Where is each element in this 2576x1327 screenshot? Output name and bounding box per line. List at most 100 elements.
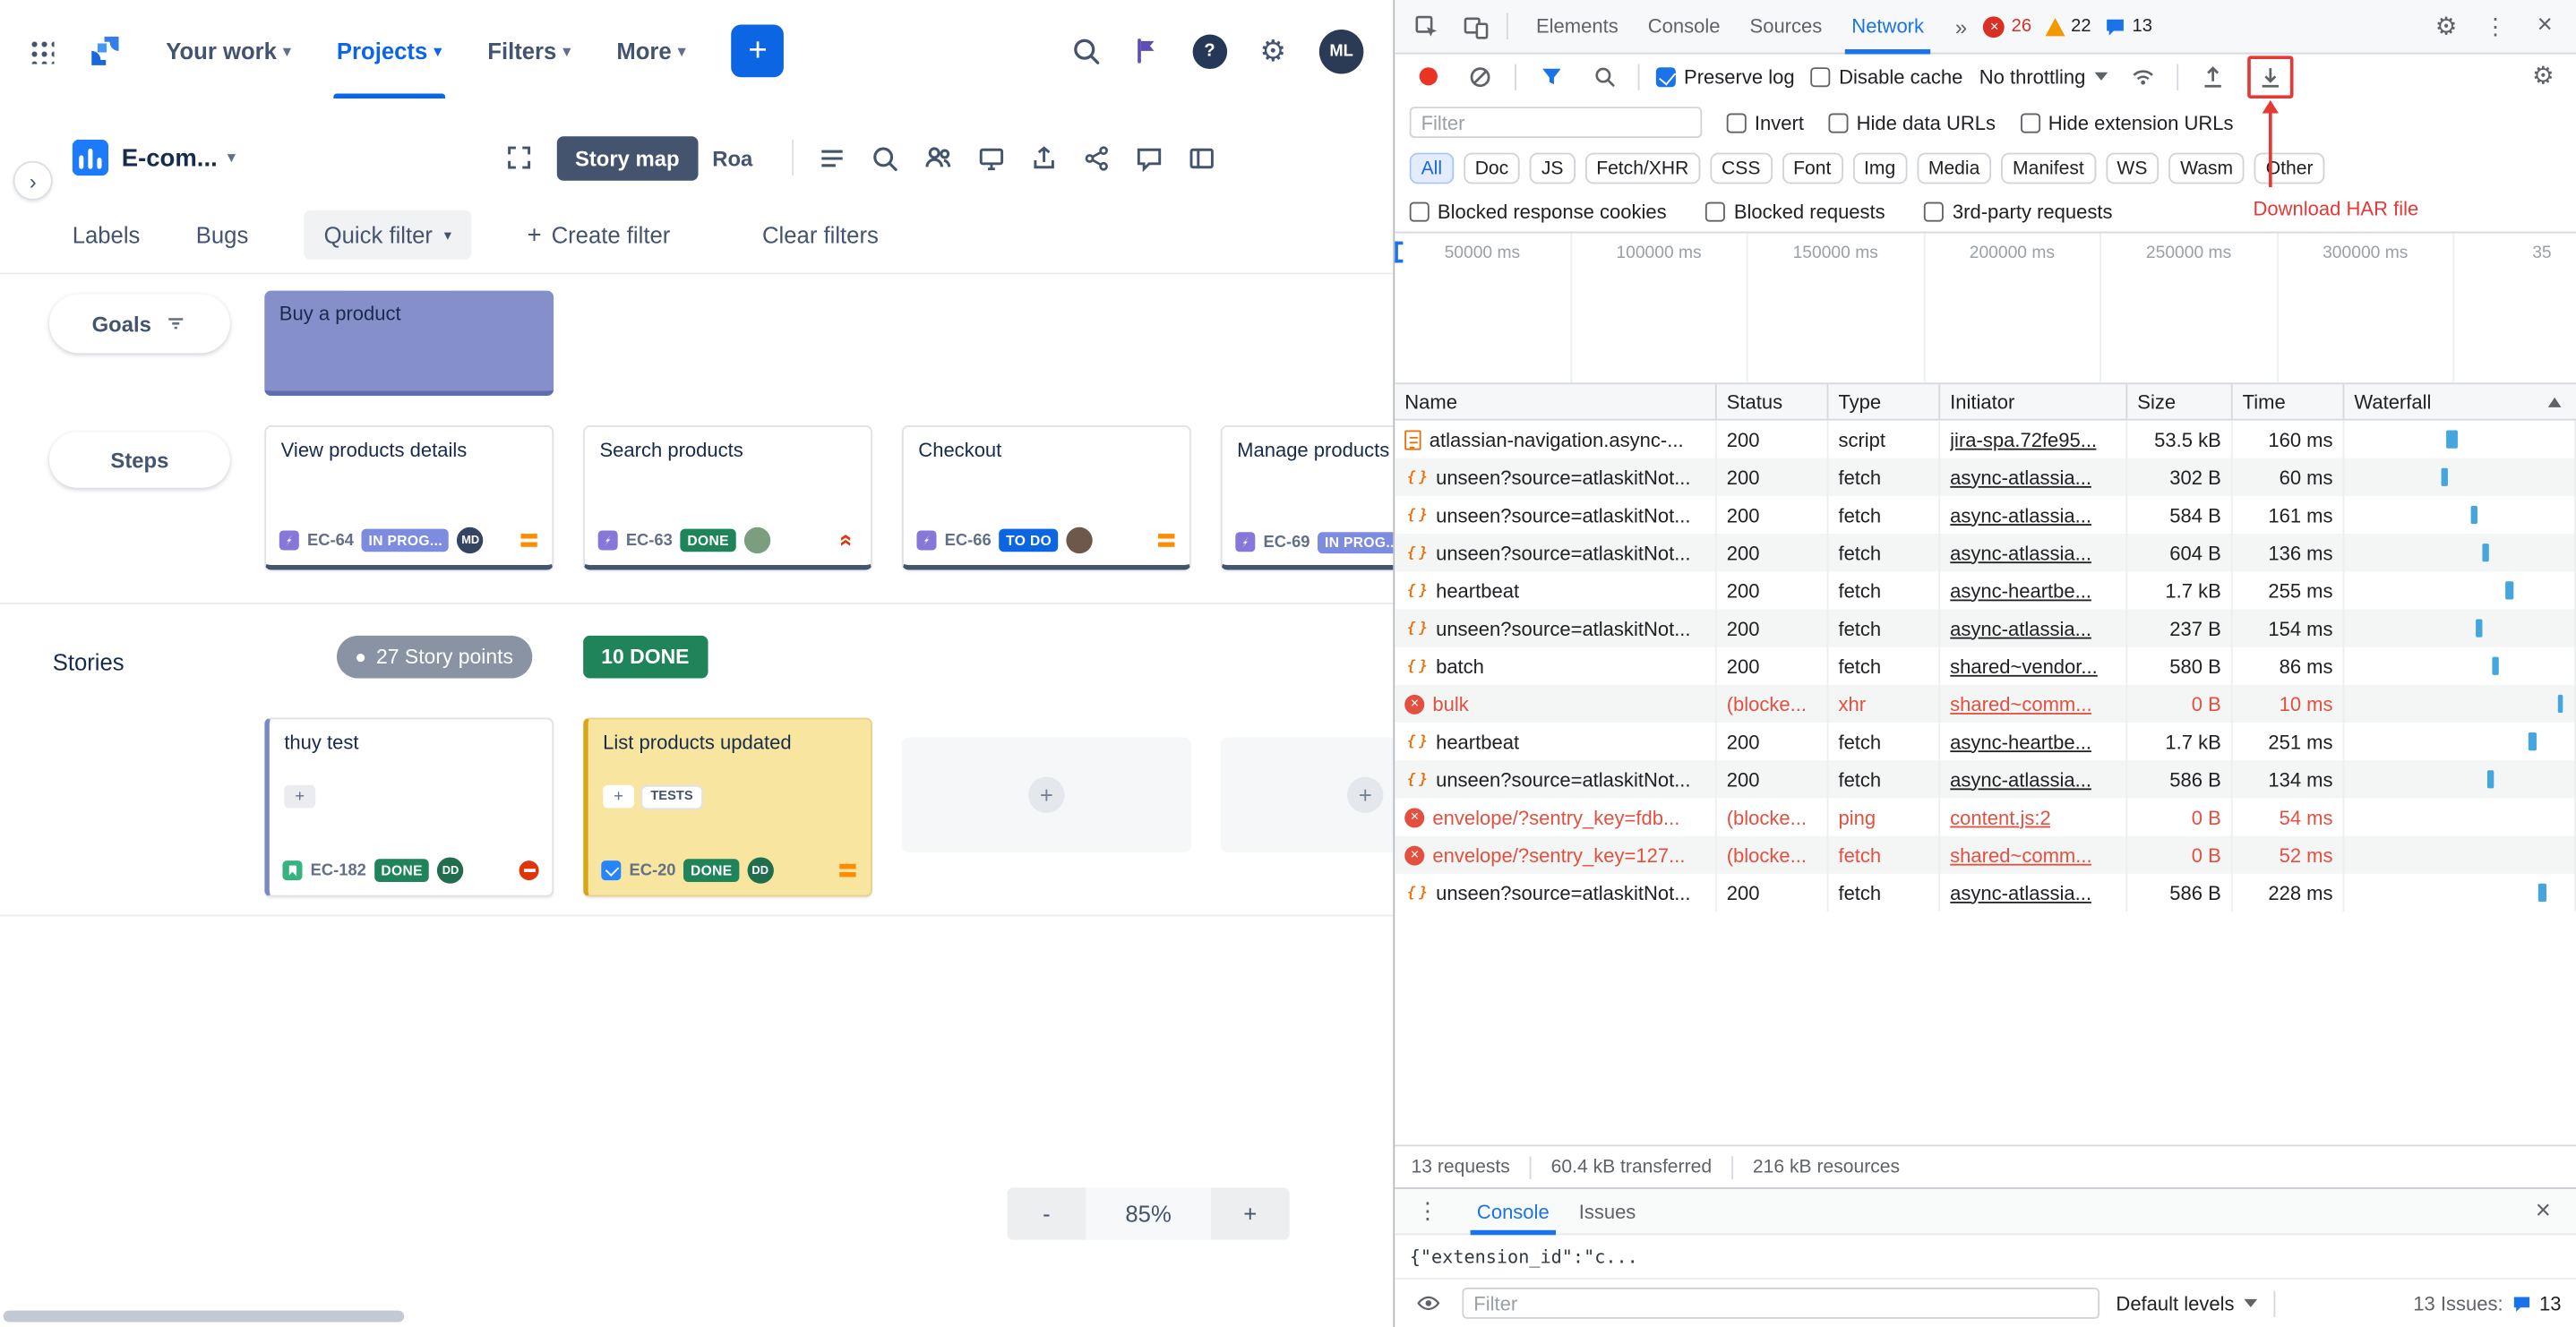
- overview-window-handle[interactable]: [1395, 242, 1403, 263]
- import-har-button[interactable]: [2195, 58, 2231, 94]
- devtools-menu-button[interactable]: ⋮: [2477, 8, 2513, 44]
- create-filter-button[interactable]: Create filter: [527, 221, 670, 249]
- network-request-row[interactable]: atlassian-navigation.async-... 200 scrip…: [1395, 421, 2576, 458]
- zoom-in-button[interactable]: +: [1211, 1187, 1290, 1240]
- empty-card-slot[interactable]: [902, 738, 1191, 852]
- empty-card-slot[interactable]: [1221, 738, 1394, 852]
- invert-checkbox[interactable]: Invert: [1727, 111, 1804, 134]
- resource-filter-chip[interactable]: Other: [2254, 153, 2324, 184]
- initiator-link[interactable]: shared~comm...: [1950, 692, 2091, 715]
- devtools-close-button[interactable]: ×: [2527, 8, 2563, 44]
- hide-data-urls-checkbox[interactable]: Hide data URLs: [1828, 111, 1996, 134]
- story-card[interactable]: List products updated TESTS EC-20 DONE D…: [583, 718, 872, 897]
- clear-network-log-button[interactable]: [1462, 58, 1498, 94]
- step-card[interactable]: Checkout EC-66 TO DO: [902, 425, 1191, 569]
- disable-cache-checkbox[interactable]: Disable cache: [1811, 64, 1962, 88]
- network-request-row[interactable]: unseen?source=atlaskitNot... 200 fetch a…: [1395, 496, 2576, 534]
- network-option-checkbox[interactable]: Blocked response cookies: [1410, 200, 1667, 223]
- hide-extension-urls-checkbox[interactable]: Hide extension URLs: [2021, 111, 2234, 134]
- error-count-badge[interactable]: ×26: [1983, 15, 2031, 37]
- profile-button[interactable]: ML: [1319, 29, 1364, 73]
- column-header[interactable]: Type: [1828, 384, 1940, 419]
- throttling-select[interactable]: No throttling: [1979, 64, 2108, 88]
- initiator-link[interactable]: shared~comm...: [1950, 843, 2091, 867]
- initiator-link[interactable]: async-atlassia...: [1950, 881, 2091, 904]
- app-switcher-button[interactable]: [30, 39, 55, 64]
- network-request-row[interactable]: unseen?source=atlaskitNot... 200 fetch a…: [1395, 458, 2576, 496]
- resource-filter-chip[interactable]: Manifest: [2001, 153, 2095, 184]
- initiator-link[interactable]: async-atlassia...: [1950, 503, 2091, 527]
- resource-filter-chip[interactable]: Fetch/XHR: [1584, 153, 1700, 184]
- network-request-row[interactable]: heartbeat 200 fetch async-heartbe... 1.7…: [1395, 723, 2576, 760]
- initiator-link[interactable]: async-heartbe...: [1950, 579, 2091, 603]
- network-request-row[interactable]: bulk (blocke... xhr shared~comm... 0 B 1…: [1395, 685, 2576, 723]
- resource-filter-chip[interactable]: JS: [1530, 153, 1575, 184]
- add-icon[interactable]: [284, 785, 315, 809]
- resource-filter-chip[interactable]: Font: [1782, 153, 1842, 184]
- column-header[interactable]: Status: [1717, 384, 1829, 419]
- issues-counter[interactable]: 13 Issues: 13: [2413, 1292, 2561, 1315]
- resource-filter-chip[interactable]: All: [1410, 153, 1454, 184]
- network-filter-input[interactable]: [1410, 107, 1702, 138]
- project-title-button[interactable]: E-com... ▾: [122, 143, 236, 171]
- network-request-row[interactable]: envelope/?sentry_key=127... (blocke... f…: [1395, 836, 2576, 874]
- create-button[interactable]: +: [732, 25, 785, 78]
- horizontal-scrollbar-thumb[interactable]: [4, 1311, 405, 1323]
- initiator-link[interactable]: async-atlassia...: [1950, 541, 2091, 564]
- resource-filter-chip[interactable]: WS: [2106, 153, 2160, 184]
- network-overview-timeline[interactable]: 50000 ms 100000 ms 150000 ms 200000 ms 2…: [1395, 233, 2576, 384]
- column-header[interactable]: Time: [2233, 384, 2345, 419]
- export-button[interactable]: [1030, 143, 1058, 171]
- quick-filter-button[interactable]: Quick filter ▾: [305, 210, 471, 260]
- devtools-settings-button[interactable]: ⚙: [2428, 8, 2464, 44]
- drawer-close-button[interactable]: ×: [2525, 1194, 2561, 1229]
- labels-filter[interactable]: Labels: [73, 222, 141, 248]
- presentation-button[interactable]: [978, 143, 1006, 171]
- devtools-tab[interactable]: Elements: [1521, 0, 1633, 54]
- network-request-row[interactable]: batch 200 fetch shared~vendor... 580 B 8…: [1395, 647, 2576, 685]
- settings-button[interactable]: ⚙: [1260, 36, 1287, 65]
- sidebar-expand-button[interactable]: ›: [13, 161, 53, 201]
- initiator-link[interactable]: async-atlassia...: [1950, 617, 2091, 640]
- drawer-menu-button[interactable]: ⋮: [1410, 1194, 1446, 1229]
- resource-filter-chip[interactable]: Doc: [1464, 153, 1520, 184]
- console-filter-input[interactable]: [1462, 1288, 2099, 1319]
- column-header[interactable]: Name: [1395, 384, 1716, 419]
- inspect-element-button[interactable]: [1408, 8, 1444, 44]
- drawer-tab[interactable]: Console: [1462, 1188, 1564, 1234]
- fullscreen-button[interactable]: [506, 144, 532, 170]
- devtools-tab[interactable]: Console: [1633, 0, 1735, 54]
- column-header[interactable]: Waterfall: [2344, 384, 2576, 419]
- announcements-button[interactable]: [1133, 38, 1159, 64]
- network-request-row[interactable]: unseen?source=atlaskitNot... 200 fetch a…: [1395, 874, 2576, 912]
- story-map-tab[interactable]: Story map: [557, 135, 698, 180]
- initiator-link[interactable]: async-atlassia...: [1950, 466, 2091, 489]
- network-settings-button[interactable]: ⚙: [2525, 58, 2561, 94]
- resource-filter-chip[interactable]: Wasm: [2168, 153, 2245, 184]
- devtools-tab[interactable]: Sources: [1735, 0, 1837, 54]
- comment-button[interactable]: [1136, 143, 1163, 171]
- console-eye-button[interactable]: [1410, 1285, 1446, 1321]
- network-request-row[interactable]: unseen?source=atlaskitNot... 200 fetch a…: [1395, 760, 2576, 798]
- roadmap-tab[interactable]: Roa: [698, 135, 768, 180]
- board-search-button[interactable]: [871, 143, 898, 171]
- initiator-link[interactable]: async-heartbe...: [1950, 730, 2091, 753]
- column-header[interactable]: Size: [2127, 384, 2232, 419]
- drawer-tab[interactable]: Issues: [1564, 1188, 1651, 1234]
- network-request-row[interactable]: unseen?source=atlaskitNot... 200 fetch a…: [1395, 609, 2576, 646]
- people-button[interactable]: [923, 143, 953, 173]
- bugs-filter[interactable]: Bugs: [196, 222, 249, 248]
- step-card[interactable]: Search products EC-63 DONE: [583, 425, 872, 569]
- nav-item[interactable]: Your work ▾: [150, 0, 307, 102]
- search-button[interactable]: [1071, 36, 1101, 65]
- nav-item[interactable]: Filters ▾: [471, 0, 587, 102]
- add-icon[interactable]: [603, 785, 634, 809]
- share-button[interactable]: [1083, 143, 1111, 171]
- warning-count-badge[interactable]: 22: [2045, 16, 2091, 36]
- record-network-log-button[interactable]: [1410, 58, 1446, 94]
- nav-item[interactable]: Projects ▾: [321, 0, 459, 102]
- swimlanes-button[interactable]: [819, 143, 846, 171]
- goal-card[interactable]: Buy a product: [264, 291, 554, 396]
- step-card[interactable]: Manage products EC-69 IN PROG...: [1221, 425, 1394, 569]
- device-toolbar-button[interactable]: [1457, 8, 1493, 44]
